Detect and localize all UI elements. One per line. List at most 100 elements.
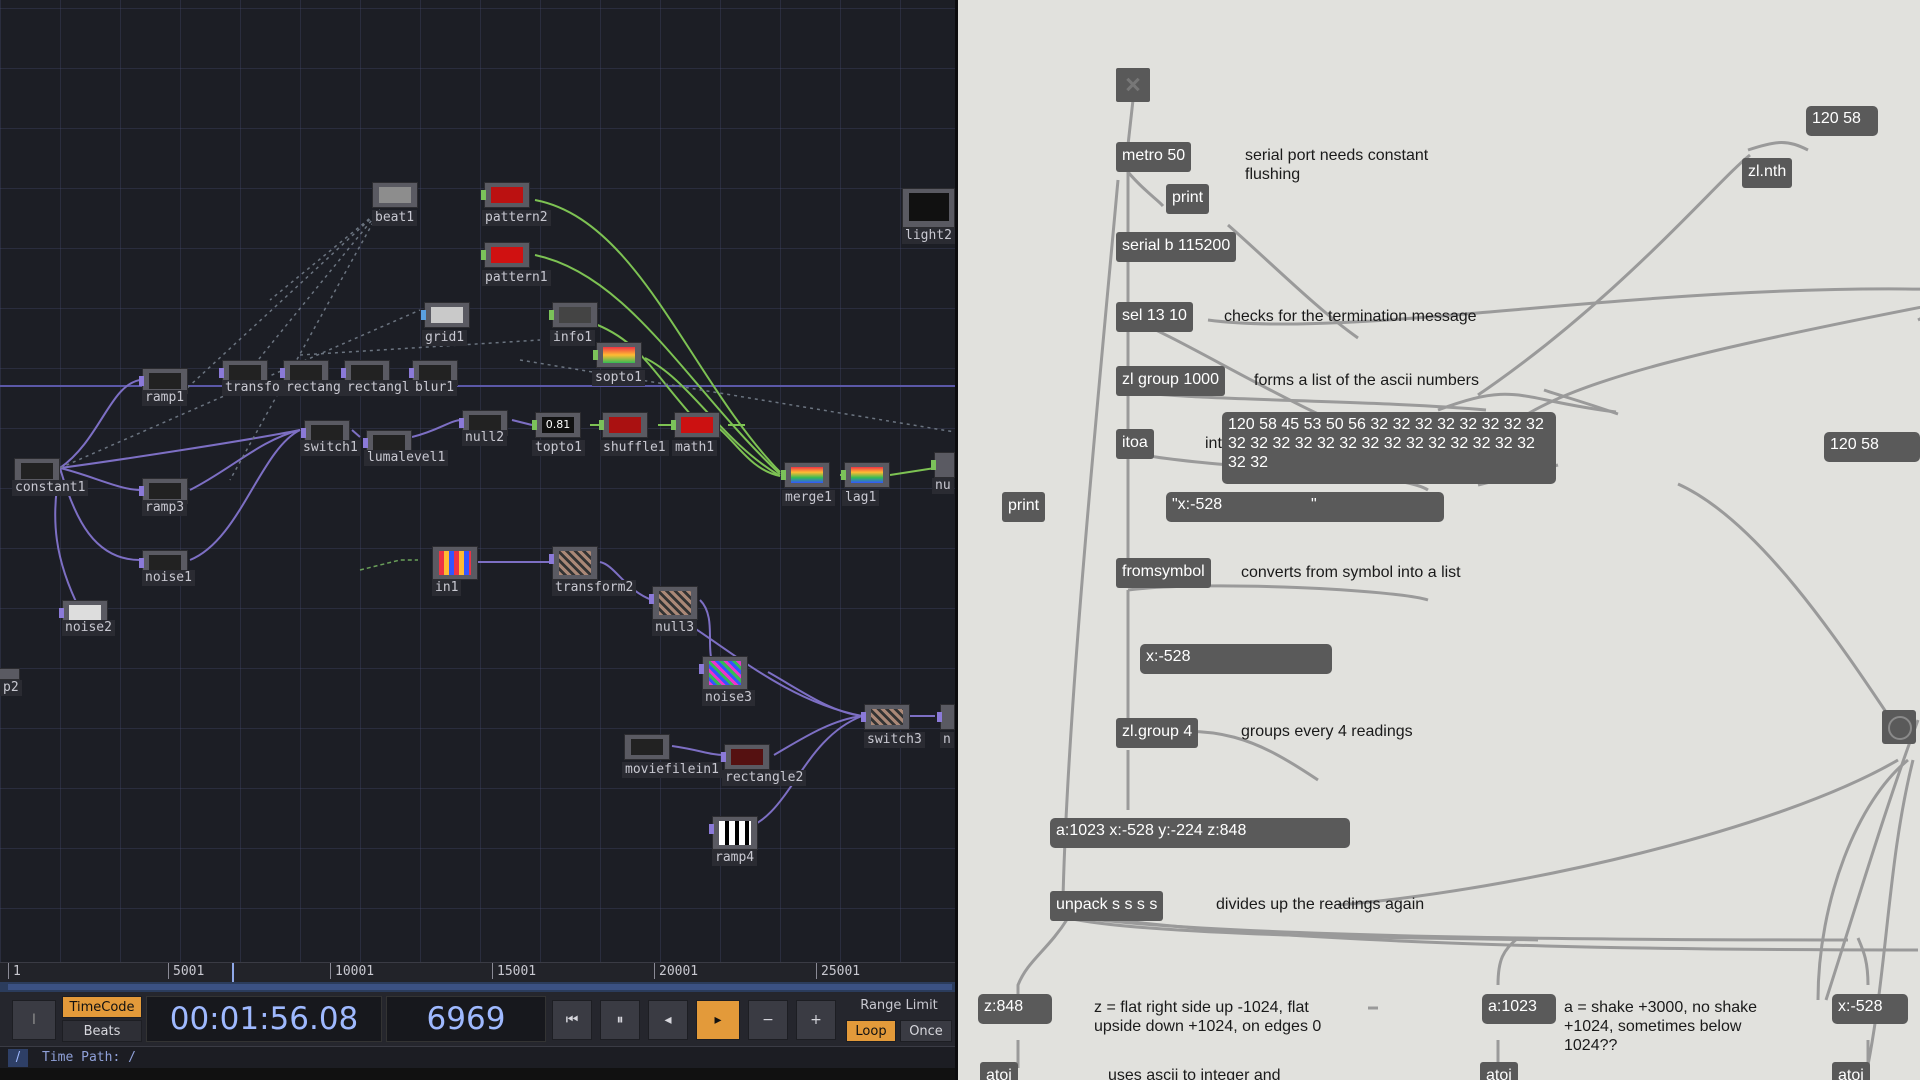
- m120-58-right-message[interactable]: 120 58: [1824, 432, 1920, 462]
- pattern2-operator[interactable]: [481, 182, 530, 208]
- path-root-button[interactable]: /: [8, 1049, 28, 1067]
- time-path-label: Time Path: /: [42, 1050, 136, 1065]
- timecode-display[interactable]: 00:01:56.08: [146, 996, 382, 1042]
- play-icon[interactable]: ▸: [696, 1000, 740, 1040]
- unpack-object[interactable]: unpack s s s s: [1050, 891, 1164, 921]
- z848-message[interactable]: z:848: [978, 994, 1052, 1024]
- frame-display[interactable]: 6969: [386, 996, 546, 1042]
- beat1-operator[interactable]: [372, 182, 418, 208]
- zl-group-1000-object-text: zl group 1000: [1122, 371, 1219, 388]
- ascii-list-message[interactable]: 120 58 45 53 50 56 32 32 32 32 32 32 32 …: [1222, 412, 1556, 484]
- zl-group-4-object[interactable]: zl.group 4: [1116, 718, 1199, 748]
- playhead[interactable]: [232, 963, 234, 983]
- zl-group-4-object-text: zl.group 4: [1122, 723, 1193, 740]
- ramp4-operator[interactable]: [709, 816, 758, 850]
- shuffle1-label: shuffle1: [600, 440, 669, 456]
- ruler-tick: 15001: [492, 963, 536, 979]
- merge1-label: merge1: [782, 490, 835, 506]
- minus-button[interactable]: −: [748, 1000, 788, 1040]
- m120-58-top-message[interactable]: 120 58: [1806, 106, 1878, 136]
- rectangle1-label: rectang: [283, 380, 344, 396]
- ascii-list-comment: forms a list of the ascii numbers: [1254, 372, 1479, 389]
- transform1-label: transfo: [222, 380, 283, 396]
- lumalevel1-label: lumalevel1: [364, 450, 449, 466]
- ramp3-label: ramp3: [142, 500, 188, 516]
- atoi-object-2[interactable]: atoi: [1480, 1062, 1518, 1080]
- atoi-object-1[interactable]: atoi: [980, 1062, 1018, 1080]
- light2-label: light2: [902, 228, 955, 244]
- blur1-label: blur1: [412, 380, 458, 396]
- a1023-message[interactable]: a:1023: [1482, 994, 1556, 1024]
- i-button[interactable]: I: [12, 1000, 56, 1040]
- light2-operator[interactable]: [902, 188, 955, 228]
- timeline-scrollbar[interactable]: [0, 982, 955, 992]
- zl-nth-object[interactable]: zl.nth: [1742, 158, 1793, 188]
- toggle-box[interactable]: [1116, 68, 1150, 102]
- a-note-comment: a = shake +3000, no shake +1024, sometim…: [1564, 999, 1758, 1054]
- pattern1-operator[interactable]: [481, 242, 530, 268]
- x-528-message[interactable]: x:-528: [1140, 644, 1332, 674]
- grid1-operator[interactable]: [421, 302, 470, 328]
- print2-object[interactable]: print: [1002, 492, 1046, 522]
- noise3-operator[interactable]: [699, 656, 748, 690]
- moviefilein1-operator[interactable]: [624, 734, 670, 760]
- null3-operator[interactable]: [649, 586, 698, 620]
- time-path-bar: / Time Path: /: [0, 1046, 955, 1069]
- info1-label: info1: [550, 330, 596, 346]
- sel-object[interactable]: sel 13 10: [1116, 302, 1193, 332]
- uses-ascii-comment: uses ascii to integer and: [1108, 1067, 1281, 1080]
- n-operator[interactable]: [937, 704, 955, 730]
- lag1-operator[interactable]: [841, 462, 890, 488]
- timeline-ruler[interactable]: 1 5001 10001 15001 20001 25001: [0, 962, 955, 983]
- print-object[interactable]: print: [1166, 184, 1210, 214]
- shuffle1-operator[interactable]: [599, 412, 648, 438]
- range-limit-label: Range Limit: [860, 998, 938, 1013]
- fromsymbol-comment: converts from symbol into a list: [1241, 564, 1461, 581]
- pattern2-label: pattern2: [482, 210, 551, 226]
- ruler-tick: 20001: [654, 963, 698, 979]
- button-object[interactable]: [1882, 710, 1916, 744]
- max-patch-panel[interactable]: metro 50 serial port needs constant flus…: [958, 0, 1920, 1080]
- itoa-object[interactable]: itoa: [1116, 429, 1154, 459]
- touchdesigner-network-panel[interactable]: beat1 pattern2 pattern1 light2 grid1 inf…: [0, 0, 955, 1080]
- switch3-operator[interactable]: [861, 704, 910, 730]
- transform2-label: transform2: [552, 580, 637, 596]
- beats-toggle[interactable]: Beats: [62, 1020, 142, 1042]
- readings-message[interactable]: a:1023 x:-528 y:-224 z:848: [1050, 818, 1350, 848]
- loop-button[interactable]: Loop: [846, 1020, 896, 1042]
- ruler-tick: 1: [8, 963, 21, 979]
- bang-circle-icon: [1888, 716, 1912, 740]
- rectangle2-operator[interactable]: [721, 744, 770, 770]
- fromsymbol-object[interactable]: fromsymbol: [1116, 558, 1211, 588]
- math1-operator[interactable]: [671, 412, 720, 438]
- step-back-icon[interactable]: ◂: [648, 1000, 688, 1040]
- timecode-toggle[interactable]: TimeCode: [62, 996, 142, 1018]
- topto1-operator[interactable]: 0.81: [532, 412, 581, 438]
- in1-operator[interactable]: [432, 546, 478, 580]
- merge1-operator[interactable]: [781, 462, 830, 488]
- zl-group-1000-object[interactable]: zl group 1000: [1116, 366, 1225, 396]
- scroll-thumb[interactable]: [8, 984, 952, 990]
- rewind-icon[interactable]: ⏮: [552, 1000, 592, 1040]
- atoi-object-3-text: atoi: [1838, 1067, 1864, 1080]
- termination-comment: checks for the termination message: [1224, 308, 1477, 325]
- info1-operator[interactable]: [549, 302, 598, 328]
- sopto1-operator[interactable]: [593, 342, 642, 368]
- atoi-object-3[interactable]: atoi: [1832, 1062, 1870, 1080]
- plus-button[interactable]: +: [796, 1000, 836, 1040]
- serial-flush-comment: serial port needs constant flushing: [1245, 147, 1429, 183]
- transform2-operator[interactable]: [549, 546, 598, 580]
- sopto1-label: sopto1: [592, 370, 645, 386]
- ruler-tick: 25001: [816, 963, 860, 979]
- once-button[interactable]: Once: [900, 1020, 952, 1042]
- symbol-message[interactable]: "x:-528 ": [1166, 492, 1444, 522]
- pause-icon[interactable]: ⏸: [600, 1000, 640, 1040]
- p2-operator[interactable]: [0, 668, 20, 680]
- transport-bar: I TimeCode Beats 00:01:56.08 6969 ⏮ ⏸ ◂ …: [0, 992, 955, 1046]
- serial-object[interactable]: serial b 115200: [1116, 232, 1237, 262]
- metro-object[interactable]: metro 50: [1116, 142, 1192, 172]
- divides-comment: divides up the readings again: [1216, 896, 1425, 913]
- atoi-object-1-text: atoi: [986, 1067, 1012, 1080]
- nu-operator[interactable]: [931, 452, 955, 478]
- x528b-message[interactable]: x:-528: [1832, 994, 1908, 1024]
